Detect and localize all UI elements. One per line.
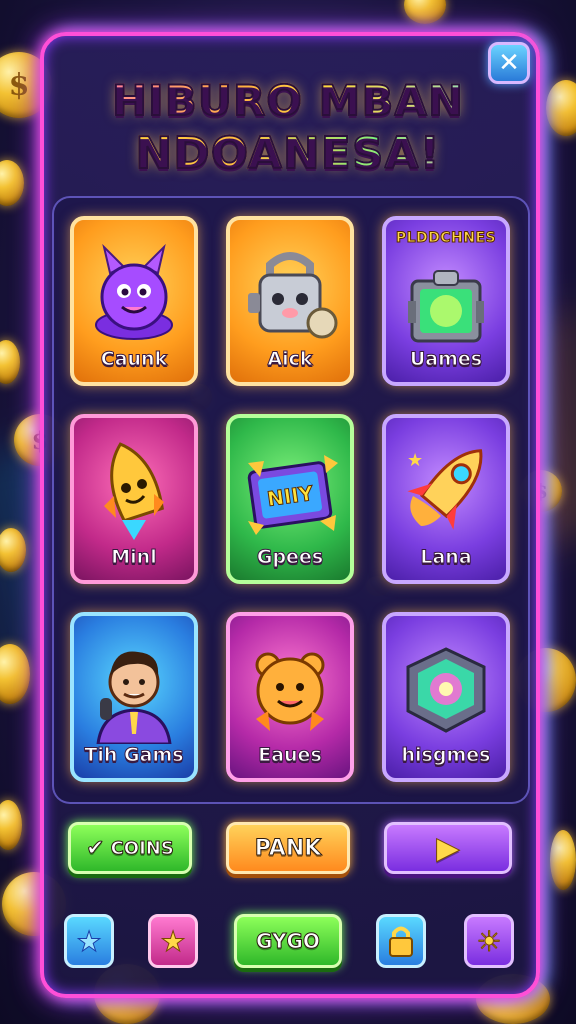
robot-lock-icon — [230, 234, 350, 352]
coin-symbol: $ — [8, 67, 30, 103]
star-icon: ★ — [160, 924, 186, 958]
man-microphone-icon — [74, 630, 194, 748]
card-label: Aick — [267, 348, 313, 371]
rocket-icon: ★ — [386, 432, 506, 550]
lock-icon — [389, 926, 413, 957]
card-label: Uames — [409, 348, 483, 371]
game-card-hisgmes[interactable]: hisgmes — [382, 612, 510, 782]
bear-icon — [230, 630, 350, 748]
go-button-label: GYGO — [256, 929, 321, 954]
purple-monster-icon — [74, 234, 194, 352]
check-icon: ✔ — [86, 835, 105, 861]
coin-icon — [0, 340, 20, 384]
game-card-gpees[interactable]: NIIY Gpees — [226, 414, 354, 584]
coin-icon — [546, 80, 576, 136]
card-label: Gpees — [256, 546, 324, 569]
coins-button-label: COINS — [110, 837, 174, 859]
rank-button-label: PANK — [254, 835, 322, 861]
game-card-uames[interactable]: PLDDCHNES Uames — [382, 216, 510, 386]
rocket-character-icon — [74, 432, 194, 550]
coin-icon — [0, 800, 22, 850]
magic-cube-icon — [386, 630, 506, 748]
card-label: Eaues — [258, 744, 323, 767]
card-label: Caunk — [100, 348, 168, 371]
bottom-star-button[interactable]: ★ — [148, 914, 198, 968]
star-icon: ★ — [76, 924, 102, 958]
close-icon: ✕ — [498, 48, 520, 78]
game-card-caunk[interactable]: Caunk — [70, 216, 198, 386]
game-card-aick[interactable]: Aick — [226, 216, 354, 386]
bottom-lock-button[interactable] — [376, 914, 426, 968]
card-top-label: PLDDCHNES — [395, 230, 497, 247]
title-line-1: HIBURO MBAN — [58, 75, 518, 126]
game-card-eaues[interactable]: Eaues — [226, 612, 354, 782]
card-label: Lana — [420, 546, 472, 569]
sun-icon: ☀ — [476, 924, 502, 958]
bottom-sun-button[interactable]: ☀ — [464, 914, 514, 968]
coin-icon — [550, 830, 576, 890]
coin-icon — [0, 160, 24, 206]
rank-button[interactable]: PANK — [226, 822, 350, 874]
gift-box-icon: NIIY — [230, 432, 350, 550]
go-button[interactable]: GYGO — [234, 914, 342, 968]
game-card-minl[interactable]: Minl — [70, 414, 198, 584]
coins-button[interactable]: ✔ COINS — [68, 822, 192, 874]
game-card-tih-gams[interactable]: Tih Gams — [70, 612, 198, 782]
coin-icon — [404, 0, 446, 24]
card-label: hisgmes — [401, 744, 491, 767]
play-button[interactable]: ▶ — [384, 822, 512, 874]
game-card-lana[interactable]: ★ Lana — [382, 414, 510, 584]
play-icon: ▶ — [436, 830, 460, 866]
card-label: Minl — [111, 546, 157, 569]
card-label: Tih Gams — [84, 744, 184, 767]
bottom-star-left-button[interactable]: ★ — [64, 914, 114, 968]
title-line-2: NDOANESA! — [58, 127, 518, 180]
star-icon: ★ — [407, 450, 423, 471]
